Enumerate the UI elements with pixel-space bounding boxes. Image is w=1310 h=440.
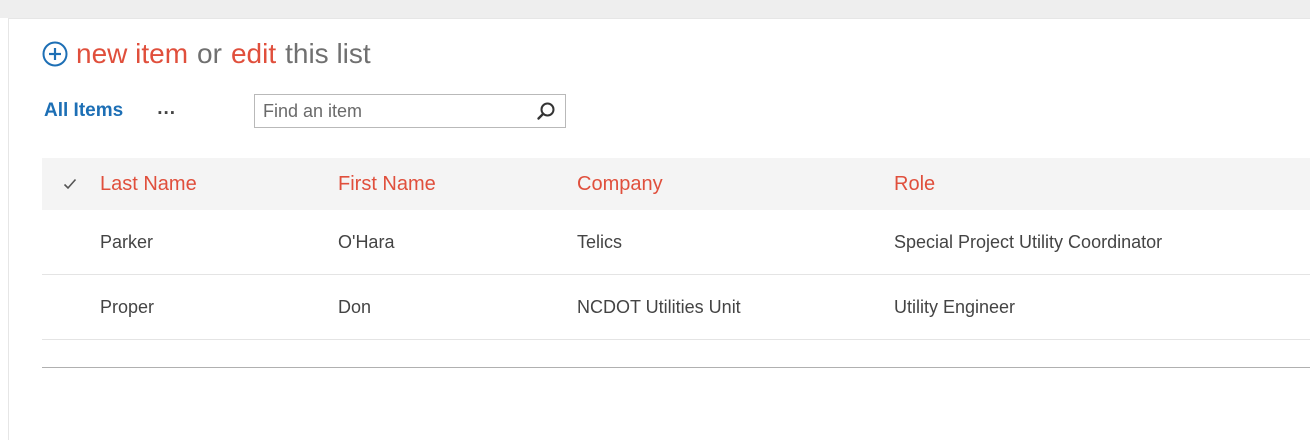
table-bottom-divider: [42, 367, 1310, 368]
table-row[interactable]: Parker O'Hara Telics Special Project Uti…: [42, 210, 1310, 275]
cell-role: Special Project Utility Coordinator: [894, 232, 1163, 252]
cell-first-name: O'Hara: [338, 232, 395, 252]
view-more-ellipsis[interactable]: ...: [157, 92, 176, 126]
view-bar: All Items ...: [44, 92, 566, 128]
or-text: or: [197, 38, 222, 69]
column-header-role[interactable]: Role: [894, 158, 935, 210]
items-table: Last Name First Name Company Role Parker…: [42, 158, 1310, 340]
select-all-checkmark-icon[interactable]: [42, 158, 98, 210]
cell-first-name: Don: [338, 297, 372, 317]
cell-last-name: Proper: [100, 297, 155, 317]
edit-list-link[interactable]: edit: [231, 38, 276, 70]
table-header-row: Last Name First Name Company Role: [42, 158, 1310, 210]
cell-company: NCDOT Utilities Unit: [577, 297, 741, 317]
new-item-link[interactable]: new item: [76, 38, 188, 70]
cell-role: Utility Engineer: [894, 297, 1016, 317]
table-row[interactable]: Proper Don NCDOT Utilities Unit Utility …: [42, 275, 1310, 340]
this-list-text: this list: [285, 38, 371, 69]
add-circle-icon[interactable]: [42, 41, 68, 67]
search-box: [254, 94, 566, 128]
search-icon[interactable]: [531, 96, 561, 126]
list-heading: new item or edit this list: [42, 34, 371, 74]
cell-company: Telics: [577, 232, 623, 252]
search-input[interactable]: [255, 96, 531, 126]
column-header-first-name[interactable]: First Name: [338, 158, 436, 210]
view-all-items[interactable]: All Items: [44, 94, 123, 128]
cell-last-name: Parker: [100, 232, 154, 252]
column-header-last-name[interactable]: Last Name: [100, 158, 197, 210]
top-strip: [0, 0, 1310, 18]
column-header-company[interactable]: Company: [577, 158, 663, 210]
